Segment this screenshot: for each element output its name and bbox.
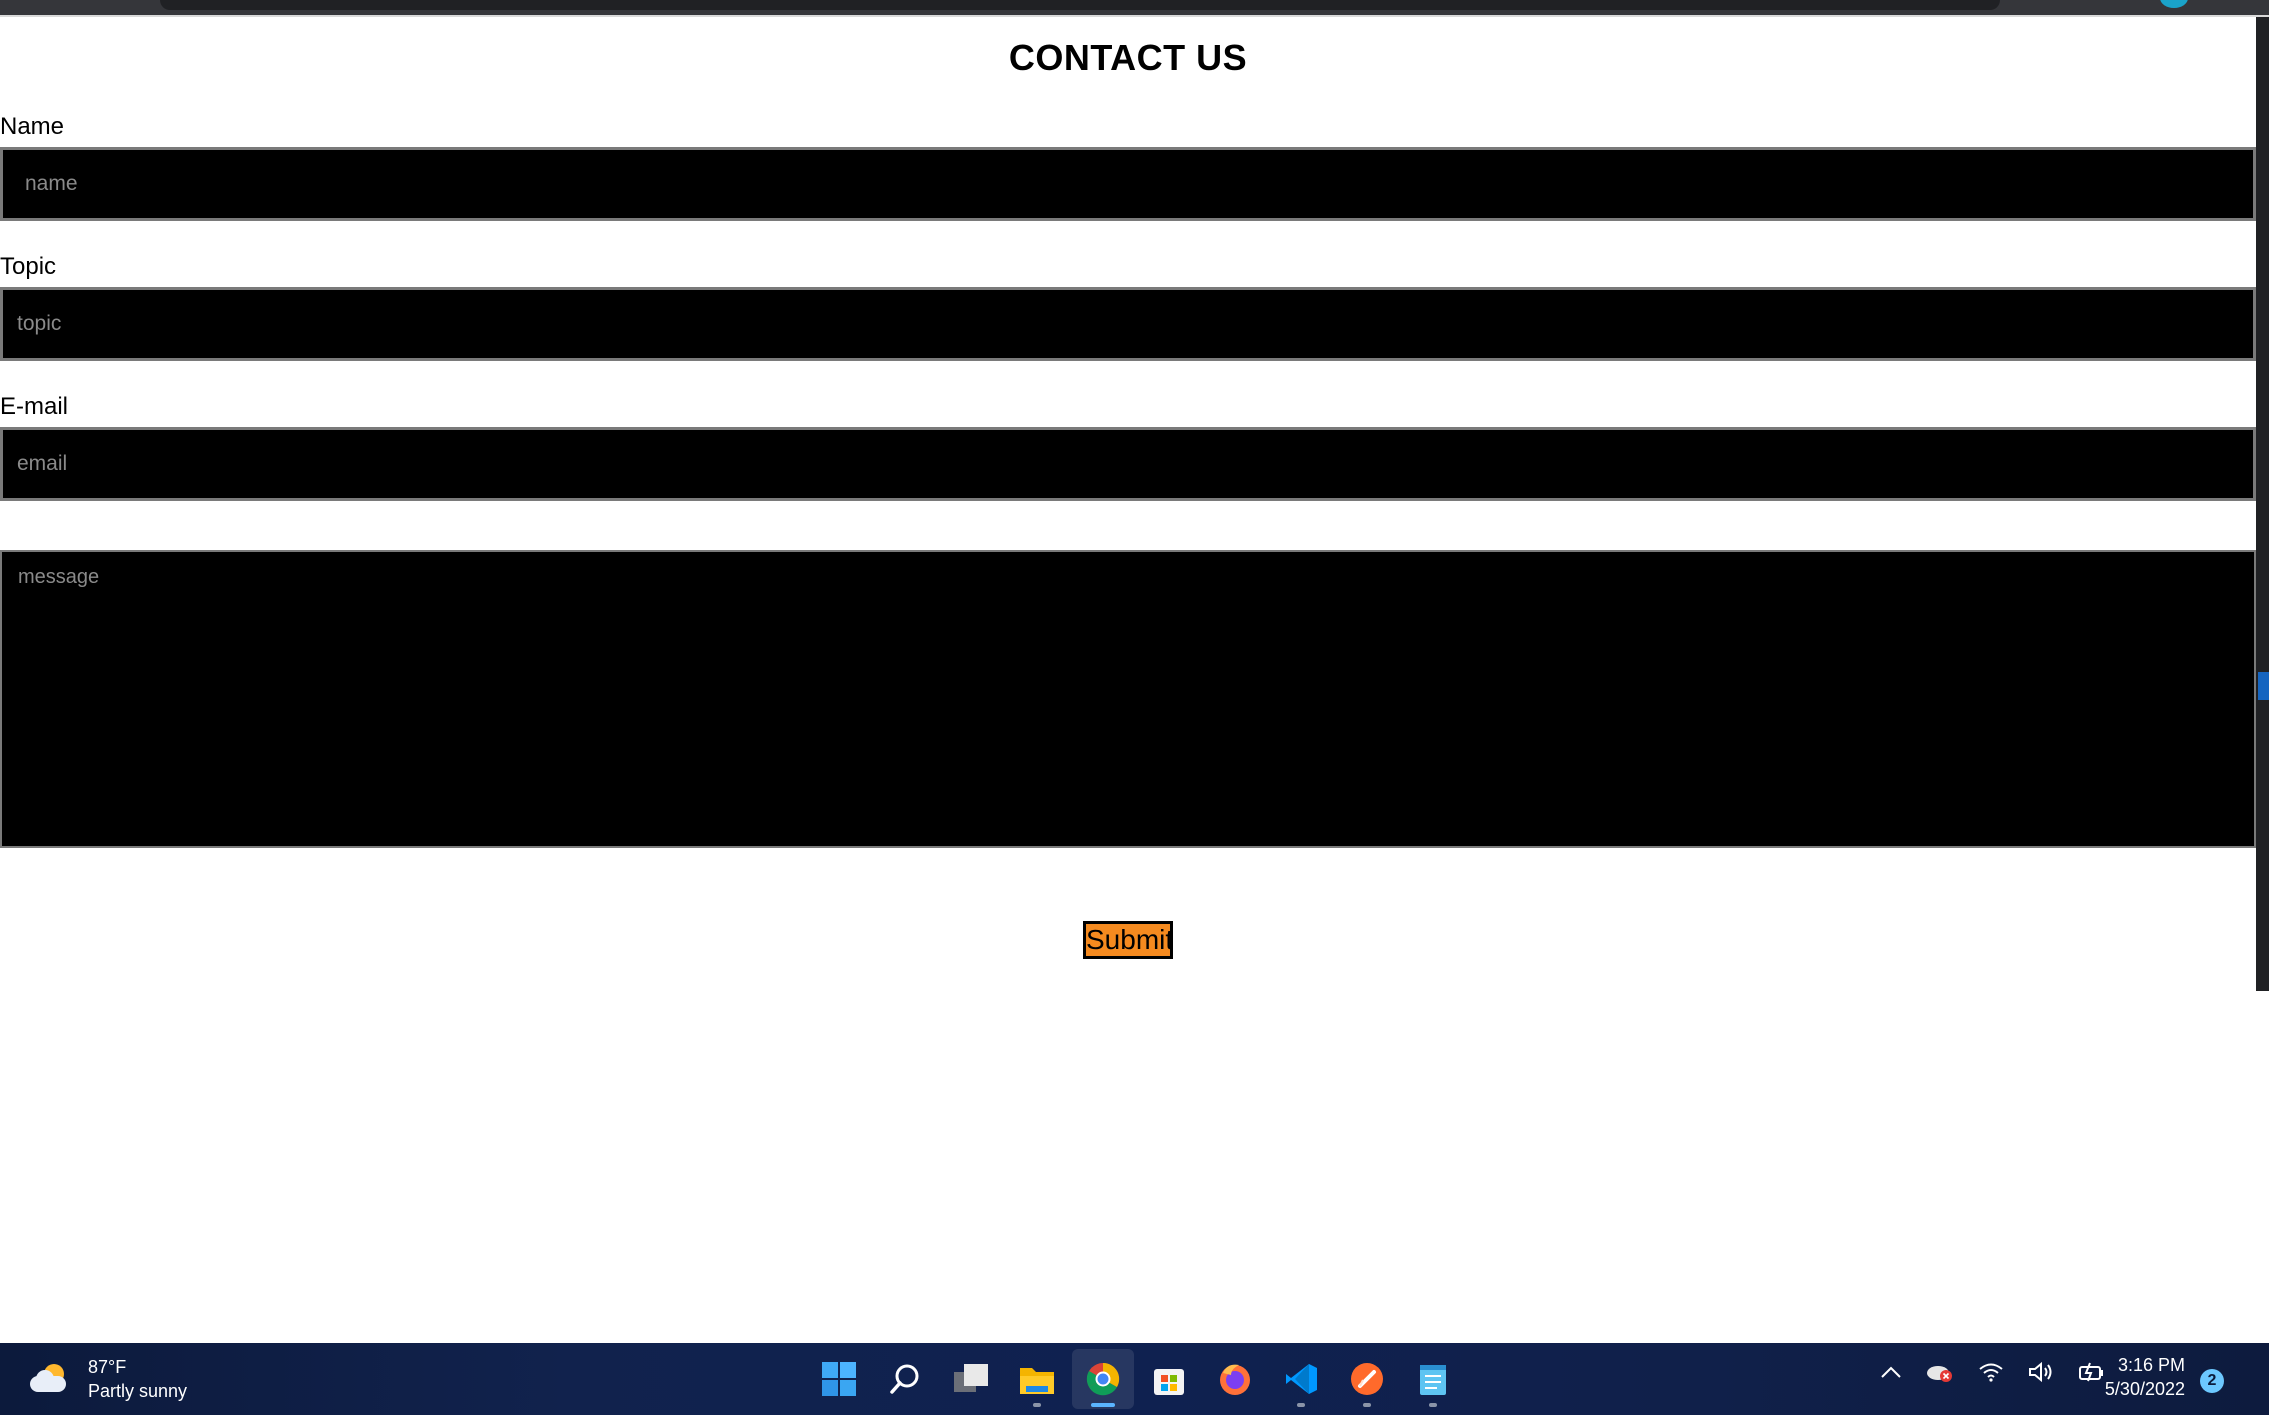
page-scrollbar[interactable] (2256, 17, 2269, 991)
topic-label: Topic (0, 253, 57, 280)
taskbar-apps (808, 1349, 1468, 1409)
browser-top-bar (0, 0, 2269, 17)
name-input[interactable] (0, 147, 2256, 221)
clock-time: 3:16 PM (2117, 1355, 2185, 1375)
notepad-icon[interactable] (1402, 1349, 1464, 1409)
chrome-icon[interactable] (1072, 1349, 1134, 1409)
name-label: Name (0, 113, 65, 140)
page-title: CONTACT US (1008, 37, 1248, 78)
weather-widget[interactable]: 87°F Partly sunny (28, 1355, 187, 1403)
volume-icon[interactable] (2028, 1361, 2054, 1383)
weather-description: Partly sunny (88, 1381, 188, 1401)
vscode-icon[interactable] (1270, 1349, 1332, 1409)
store-icon[interactable] (1138, 1349, 1200, 1409)
contact-page: CONTACT US Name Topic E-mail Submit (0, 17, 2256, 991)
start-icon[interactable] (808, 1349, 870, 1409)
file-explorer-icon[interactable] (1006, 1349, 1068, 1409)
brave-icon[interactable] (1336, 1349, 1398, 1409)
partly-sunny-icon (28, 1362, 72, 1396)
wifi-icon[interactable] (1978, 1362, 2004, 1382)
submit-button[interactable]: Submit (1083, 921, 1173, 959)
onedrive-error-icon[interactable] (1926, 1361, 1954, 1383)
weather-temperature: 87°F (88, 1357, 127, 1377)
task-view-icon[interactable] (940, 1349, 1002, 1409)
chevron-up-icon[interactable] (1880, 1365, 1902, 1379)
clock-date: 5/30/2022 (2104, 1379, 2185, 1399)
email-input[interactable] (0, 427, 2256, 501)
windows-taskbar: 87°F Partly sunny 3:16 PM 5/30/2022 2 (0, 1343, 2269, 1415)
clock[interactable]: 3:16 PM 5/30/2022 (2093, 1353, 2185, 1401)
firefox-icon[interactable] (1204, 1349, 1266, 1409)
address-bar[interactable] (160, 0, 2000, 10)
profile-avatar[interactable] (2160, 0, 2188, 8)
scrollbar-thumb[interactable] (2258, 672, 2269, 700)
email-label: E-mail (0, 393, 69, 420)
topic-input[interactable] (0, 287, 2256, 361)
notification-badge[interactable]: 2 (2200, 1369, 2224, 1393)
search-icon[interactable] (874, 1349, 936, 1409)
message-textarea[interactable] (0, 550, 2256, 848)
